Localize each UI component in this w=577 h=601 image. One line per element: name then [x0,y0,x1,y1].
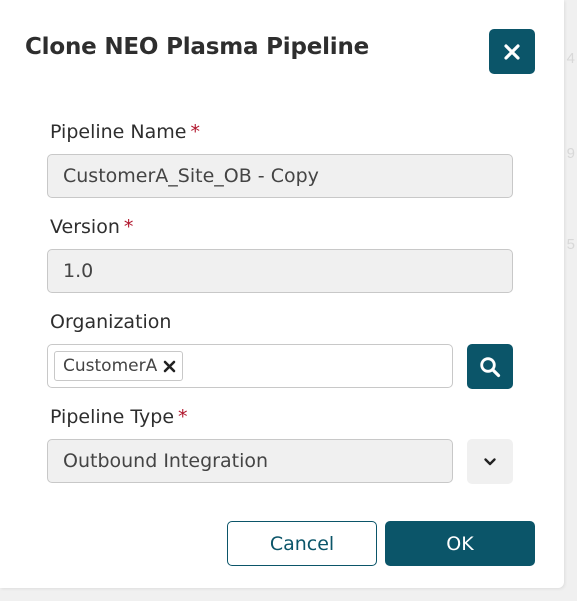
required-mark: * [190,121,200,143]
background-text: 4 [566,50,575,67]
ok-button[interactable]: OK [385,521,535,566]
dialog-title: Clone NEO Plasma Pipeline [25,34,370,60]
pipeline-name-label-text: Pipeline Name [50,121,187,143]
required-mark: * [123,216,134,238]
chip-remove-button[interactable] [163,360,176,373]
close-icon [504,43,520,60]
cancel-button[interactable]: Cancel [227,521,377,566]
pipeline-type-label-text: Pipeline Type [50,406,175,428]
chevron-down-icon [484,457,496,465]
pipeline-type-value: Outbound Integration [63,450,269,472]
search-icon [480,356,501,377]
organization-label: Organization [50,311,171,333]
organization-label-text: Organization [50,311,172,333]
pipeline-type-label: Pipeline Type * [50,406,188,428]
background-text: 5 [566,236,575,253]
organization-chip: CustomerA [54,351,184,381]
pipeline-name-value: CustomerA_Site_OB - Copy [63,165,319,187]
required-mark: * [178,406,188,428]
organization-chip-label: CustomerA [63,356,158,376]
pipeline-name-label: Pipeline Name * [50,121,200,143]
organization-search-button[interactable] [467,344,513,389]
version-label-text: Version [50,216,120,238]
close-button[interactable] [489,29,535,74]
pipeline-name-input[interactable]: CustomerA_Site_OB - Copy [47,154,513,198]
version-label: Version * [50,216,133,238]
version-value: 1.0 [63,260,94,282]
pipeline-type-dropdown-button[interactable] [467,439,513,484]
version-input[interactable]: 1.0 [47,249,513,293]
organization-input[interactable]: CustomerA [47,344,453,388]
clone-pipeline-dialog: Clone NEO Plasma Pipeline Pipeline Name *… [0,0,564,588]
close-icon [163,360,176,372]
background-text: 9 [566,145,575,162]
pipeline-type-select[interactable]: Outbound Integration [47,439,453,483]
